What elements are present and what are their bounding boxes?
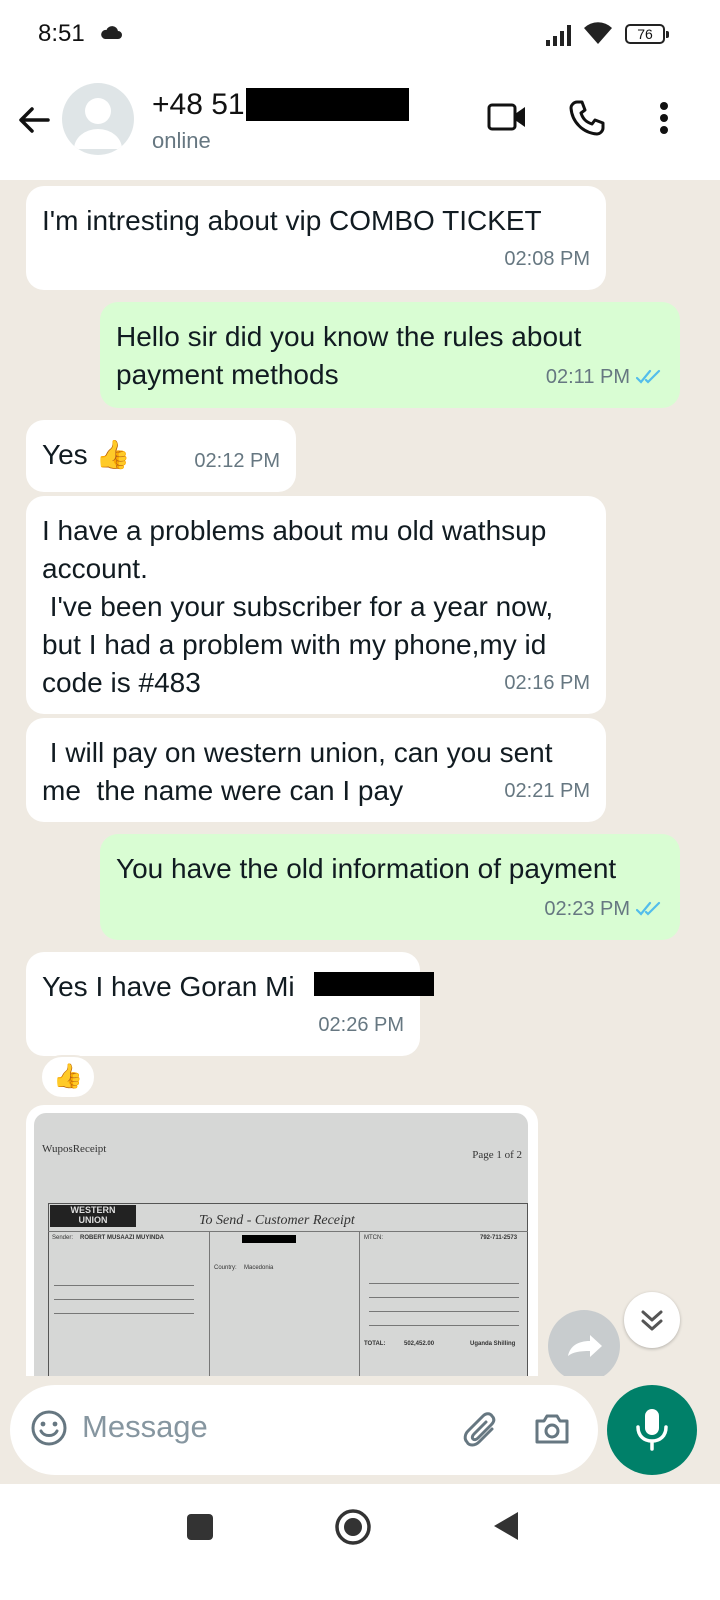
status-bar: 8:51 76 xyxy=(0,0,720,70)
read-receipt-icon xyxy=(636,901,661,916)
video-call-icon[interactable] xyxy=(486,100,528,134)
voice-message-button[interactable] xyxy=(607,1385,697,1475)
message-input[interactable]: Message xyxy=(82,1409,208,1445)
redaction-bar xyxy=(246,88,409,121)
reaction-badge[interactable]: 👍 xyxy=(40,1055,96,1099)
message-time: 02:21 PM xyxy=(504,780,590,802)
read-receipt-icon xyxy=(636,369,661,384)
back-arrow-icon[interactable] xyxy=(14,100,54,140)
message-time: 02:12 PM xyxy=(194,450,280,472)
receipt-rule xyxy=(54,1285,194,1286)
message-outgoing[interactable]: Hello sir did you know the rules about p… xyxy=(100,302,680,408)
attach-icon[interactable] xyxy=(462,1411,502,1451)
message-time: 02:26 PM xyxy=(318,1014,404,1036)
home-icon[interactable] xyxy=(334,1508,372,1546)
receipt-rule xyxy=(369,1311,519,1312)
receipt-sender-label: Sender: xyxy=(52,1235,74,1241)
chat-header: +48 51 online xyxy=(0,70,720,180)
receipt-page: Page 1 of 2 xyxy=(472,1149,522,1161)
receipt-column-divider xyxy=(359,1231,360,1376)
receipt-rule xyxy=(54,1313,194,1314)
receipt-photo[interactable]: WuposReceipt Page 1 of 2 WESTERN UNION To… xyxy=(34,1113,528,1376)
voice-call-icon[interactable] xyxy=(567,98,607,138)
message-outgoing[interactable]: You have the old information of payment … xyxy=(100,834,680,940)
wifi-icon xyxy=(584,22,612,44)
recent-apps-icon[interactable] xyxy=(187,1514,213,1540)
receipt-mtcn-label: MTCN: xyxy=(364,1235,383,1241)
receipt-mtcn: 792-711-2573 xyxy=(480,1235,518,1241)
forward-icon xyxy=(568,1335,602,1357)
signal-icon xyxy=(546,25,571,46)
cloud-icon xyxy=(101,26,122,39)
message-incoming[interactable]: I will pay on western union, can you sen… xyxy=(26,718,606,822)
receipt-heading: To Send - Customer Receipt xyxy=(199,1213,355,1228)
receipt-rule xyxy=(369,1325,519,1326)
receipt-rule xyxy=(369,1283,519,1284)
message-incoming[interactable]: Yes 👍 02:12 PM xyxy=(26,420,296,492)
receipt-country-label: Country: xyxy=(214,1265,237,1271)
status-time: 8:51 xyxy=(38,20,85,47)
double-chevron-down-icon xyxy=(641,1310,663,1331)
message-text: You have the old information of payment xyxy=(116,853,617,884)
message-incoming[interactable]: I have a problems about mu old wathsup a… xyxy=(26,496,606,714)
nav-back-icon[interactable] xyxy=(492,1510,520,1542)
receipt-column-divider xyxy=(209,1231,210,1376)
message-time: 02:23 PM xyxy=(544,898,630,920)
image-message[interactable]: WuposReceipt Page 1 of 2 WESTERN UNION To… xyxy=(26,1105,538,1376)
message-incoming[interactable]: I'm intresting about vip COMBO TICKET 02… xyxy=(26,186,606,290)
redaction-bar xyxy=(242,1235,296,1243)
battery-indicator: 76 xyxy=(625,24,669,44)
forward-button[interactable] xyxy=(548,1310,620,1376)
receipt-title: WuposReceipt xyxy=(42,1143,107,1155)
receipt-rule xyxy=(54,1299,194,1300)
message-time: 02:08 PM xyxy=(504,248,590,270)
message-text: I'm intresting about vip COMBO TICKET xyxy=(42,205,542,236)
contact-name[interactable]: +48 51 xyxy=(152,88,245,122)
scroll-to-bottom-button[interactable] xyxy=(624,1292,680,1348)
more-options-icon[interactable] xyxy=(656,100,672,140)
emoji-icon[interactable] xyxy=(30,1409,68,1447)
receipt-total-label: TOTAL: xyxy=(364,1341,386,1347)
receipt-sender-name: ROBERT MUSAAZI MUYINDA xyxy=(80,1235,164,1241)
system-navigation-bar xyxy=(0,1484,720,1600)
receipt-total: 502,452.00 xyxy=(404,1341,435,1347)
microphone-icon xyxy=(636,1409,668,1451)
contact-status: online xyxy=(152,128,211,153)
receipt-country: Macedonia xyxy=(244,1265,274,1271)
message-time: 02:11 PM xyxy=(545,366,630,388)
receipt-rule xyxy=(369,1297,519,1298)
redaction-bar xyxy=(314,972,434,996)
receipt-rule xyxy=(48,1231,528,1232)
western-union-logo: WESTERN UNION xyxy=(50,1205,136,1227)
chat-messages[interactable]: I'm intresting about vip COMBO TICKET 02… xyxy=(0,180,720,1376)
receipt-currency: Uganda Shilling xyxy=(470,1341,516,1347)
message-time: 02:16 PM xyxy=(504,672,590,694)
message-composer: Message xyxy=(10,1385,598,1475)
camera-icon[interactable] xyxy=(532,1409,572,1449)
message-incoming[interactable]: Yes I have Goran Mi 02:26 PM xyxy=(26,952,434,1056)
avatar[interactable] xyxy=(62,83,134,155)
default-avatar-icon xyxy=(74,98,122,149)
